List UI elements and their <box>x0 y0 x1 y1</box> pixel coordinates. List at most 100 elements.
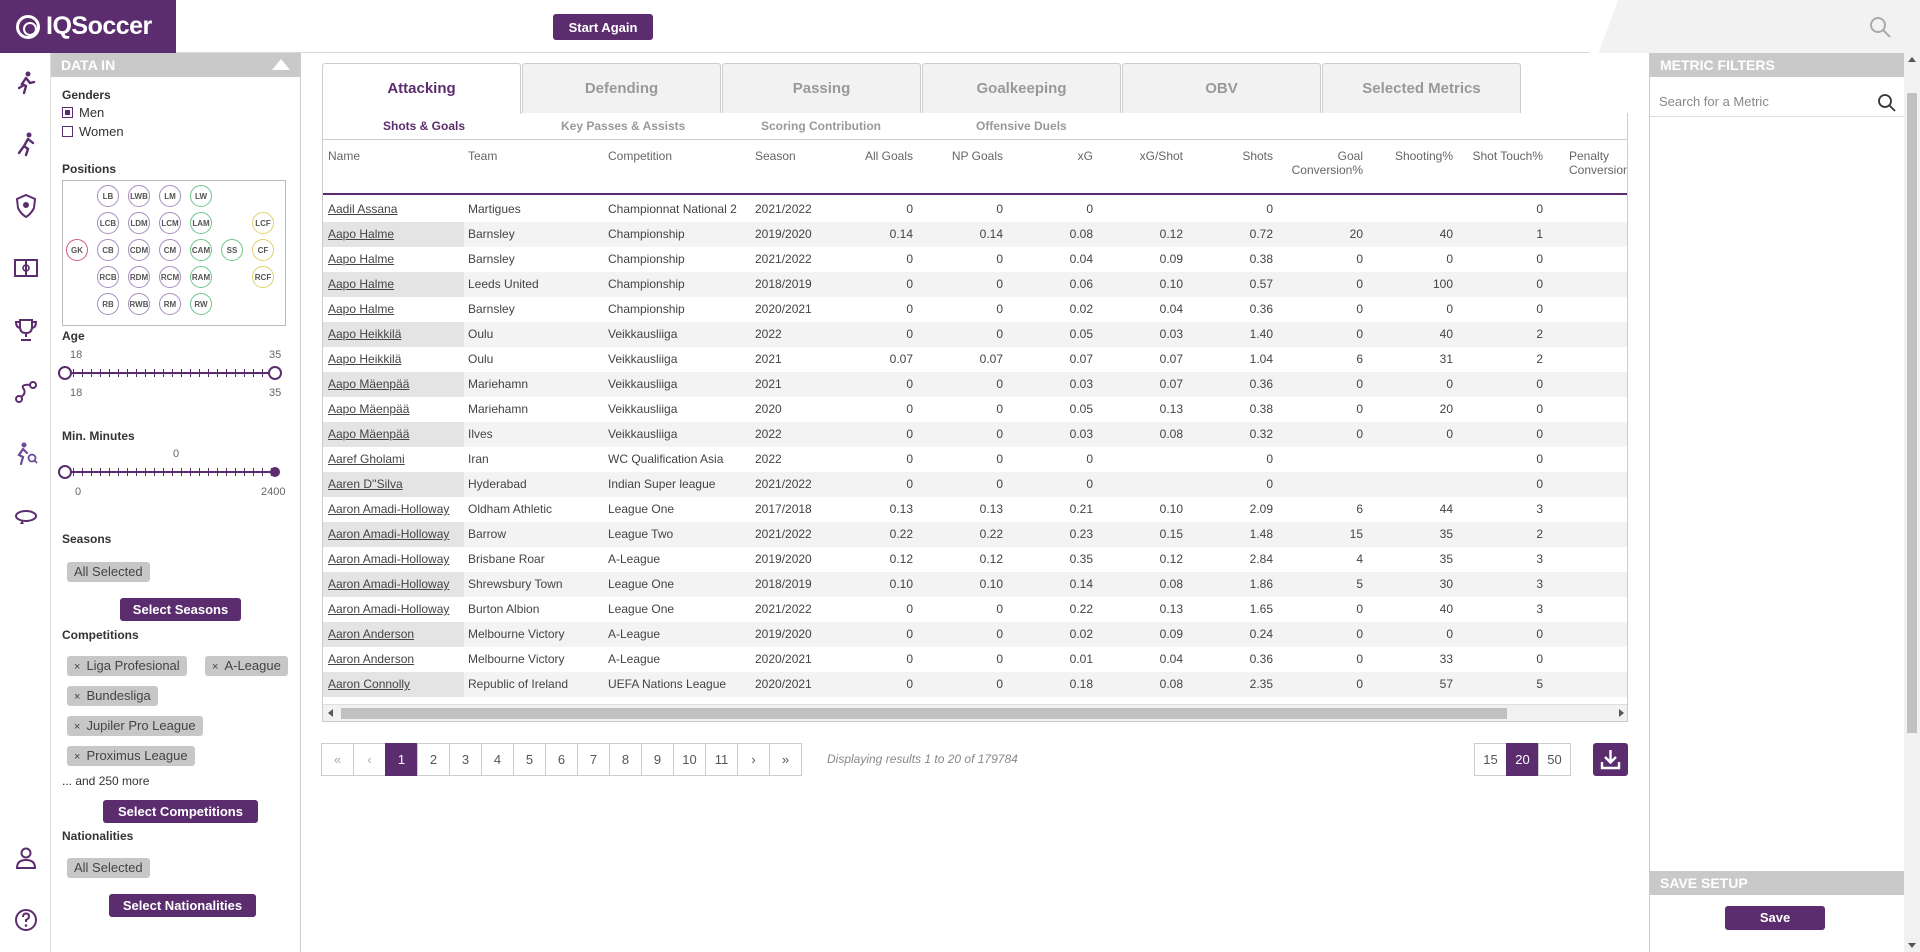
player-name-link[interactable]: Aaron Anderson <box>323 647 464 672</box>
table-row[interactable]: Aaron Amadi-Holloway Barrow League Two 2021… <box>323 522 1627 547</box>
table-row[interactable]: Aaron Amadi-Holloway Brisbane Roar A-Leagu… <box>323 547 1627 572</box>
player-name-link[interactable]: Aapo Heikkilä <box>323 347 464 372</box>
table-row[interactable]: Aapo Mäenpää Ilves Veikkausliiga 2022 0 0 0.03… <box>323 422 1627 447</box>
horizontal-scrollbar[interactable] <box>323 704 1627 721</box>
page-next-button[interactable]: › <box>737 743 770 776</box>
position-lcf[interactable]: LCF <box>252 212 274 234</box>
competition-chip[interactable]: × Proximus League <box>67 746 195 766</box>
player-name-link[interactable]: Aaron Anderson <box>323 622 464 647</box>
table-row[interactable]: Aaron Anderson Melbourne Victory A-League 2… <box>323 622 1627 647</box>
table-row[interactable]: Aaron Amadi-Holloway Shrewsbury Town Leagu… <box>323 572 1627 597</box>
scroll-down-icon[interactable] <box>1908 943 1916 948</box>
position-rdm[interactable]: RDM <box>128 266 150 288</box>
page-button[interactable]: 11 <box>705 743 738 776</box>
position-ss[interactable]: SS <box>221 239 243 261</box>
page-button[interactable]: 2 <box>417 743 450 776</box>
search-icon[interactable] <box>1877 93 1897 113</box>
data-in-header[interactable]: DATA IN <box>51 53 300 77</box>
table-row[interactable]: Aaron Amadi-Holloway Burton Albion League … <box>323 597 1627 622</box>
table-row[interactable]: Aaren D''Silva Hyderabad Indian Super leag… <box>323 472 1627 497</box>
position-lcm[interactable]: LCM <box>159 212 181 234</box>
table-row[interactable]: Aapo Halme Barnsley Championship 2021/2022 0… <box>323 247 1627 272</box>
min-minutes-slider[interactable] <box>58 465 280 479</box>
table-row[interactable]: Aapo Mäenpää Mariehamn Veikkausliiga 2020 0 0… <box>323 397 1627 422</box>
player-name-link[interactable]: Aaron Amadi-Holloway <box>323 497 464 522</box>
player-name-link[interactable]: Aapo Mäenpää <box>323 397 464 422</box>
player-name-link[interactable]: Aaron Amadi-Holloway <box>323 522 464 547</box>
scroll-left-icon[interactable] <box>328 709 333 717</box>
tab-defending[interactable]: Defending <box>522 63 721 113</box>
position-cdm[interactable]: CDM <box>128 239 150 261</box>
position-lam[interactable]: LAM <box>190 212 212 234</box>
page-button[interactable]: 3 <box>449 743 482 776</box>
competition-chip[interactable]: × A-League <box>205 656 288 676</box>
shield-icon[interactable] <box>13 193 39 219</box>
user-icon[interactable] <box>13 845 39 871</box>
scroll-thumb[interactable] <box>341 708 1507 719</box>
player-name-link[interactable]: Aaron Amadi-Holloway <box>323 597 464 622</box>
table-row[interactable]: Aapo Heikkilä Oulu Veikkausliiga 2021 0.07 0.… <box>323 347 1627 372</box>
subtab-scoring-contribution[interactable]: Scoring Contribution <box>761 119 881 133</box>
player-name-link[interactable]: Aapo Halme <box>323 247 464 272</box>
player-name-link[interactable]: Aaron Amadi-Holloway <box>323 572 464 597</box>
competition-chip[interactable]: × Liga Profesional <box>67 656 187 676</box>
position-lwb[interactable]: LWB <box>128 185 150 207</box>
collapse-icon[interactable] <box>272 59 290 70</box>
dribble-icon[interactable] <box>13 379 39 405</box>
help-icon[interactable] <box>13 907 39 933</box>
table-row[interactable]: Aapo Halme Leeds United Championship 2018/2… <box>323 272 1627 297</box>
gender-women-checkbox[interactable]: Women <box>62 124 124 139</box>
page-first-button[interactable]: « <box>321 743 354 776</box>
age-slider[interactable] <box>58 366 282 380</box>
remove-icon[interactable]: × <box>74 721 80 733</box>
page-last-button[interactable]: » <box>769 743 802 776</box>
metric-search-input[interactable] <box>1650 87 1850 115</box>
sprint-icon[interactable] <box>13 131 39 157</box>
player-name-link[interactable]: Aapo Halme <box>323 272 464 297</box>
remove-icon[interactable]: × <box>74 691 80 703</box>
page-size-20[interactable]: 20 <box>1506 743 1539 776</box>
position-gk[interactable]: GK <box>66 239 88 261</box>
player-name-link[interactable]: Aapo Heikkilä <box>323 322 464 347</box>
tab-passing[interactable]: Passing <box>722 63 921 113</box>
remove-icon[interactable]: × <box>74 751 80 763</box>
table-row[interactable]: Aaron Anderson Melbourne Victory A-League 2… <box>323 647 1627 672</box>
page-button[interactable]: 9 <box>641 743 674 776</box>
pitch-icon[interactable] <box>13 255 39 281</box>
seasons-chip[interactable]: All Selected <box>67 562 150 582</box>
subtab-shots-goals[interactable]: Shots & Goals <box>383 119 465 133</box>
competition-chip[interactable]: × Bundesliga <box>67 686 158 706</box>
logo[interactable]: IQSoccer <box>0 0 176 53</box>
tab-selected-metrics[interactable]: Selected Metrics <box>1322 63 1521 113</box>
download-button[interactable] <box>1593 743 1628 776</box>
position-cam[interactable]: CAM <box>190 239 212 261</box>
position-rm[interactable]: RM <box>159 293 181 315</box>
position-rw[interactable]: RW <box>190 293 212 315</box>
save-button[interactable]: Save <box>1725 906 1825 930</box>
vertical-scrollbar[interactable] <box>1904 53 1920 952</box>
page-button[interactable]: 1 <box>385 743 418 776</box>
tab-obv[interactable]: OBV <box>1122 63 1321 113</box>
page-prev-button[interactable]: ‹ <box>353 743 386 776</box>
start-again-button[interactable]: Start Again <box>553 14 653 40</box>
subtab-key-passes[interactable]: Key Passes & Assists <box>561 119 685 133</box>
age-min-handle[interactable] <box>58 366 72 380</box>
page-button[interactable]: 6 <box>545 743 578 776</box>
table-row[interactable]: Aaron Amadi-Holloway Oldham Athletic Leagu… <box>323 497 1627 522</box>
remove-icon[interactable]: × <box>74 661 80 673</box>
scroll-right-icon[interactable] <box>1619 709 1624 717</box>
position-rcf[interactable]: RCF <box>252 266 274 288</box>
remove-icon[interactable]: × <box>212 661 218 673</box>
select-seasons-button[interactable]: Select Seasons <box>120 598 241 621</box>
player-name-link[interactable]: Aapo Mäenpää <box>323 372 464 397</box>
player-name-link[interactable]: Aapo Halme <box>323 222 464 247</box>
player-name-link[interactable]: Aaron Connolly <box>323 672 464 697</box>
page-button[interactable]: 5 <box>513 743 546 776</box>
min-minutes-handle[interactable] <box>58 465 72 479</box>
page-button[interactable]: 7 <box>577 743 610 776</box>
player-name-link[interactable]: Aapo Mäenpää <box>323 422 464 447</box>
trophy-icon[interactable] <box>13 317 39 343</box>
search-icon[interactable] <box>1868 15 1892 39</box>
select-competitions-button[interactable]: Select Competitions <box>103 800 258 823</box>
page-button[interactable]: 10 <box>673 743 706 776</box>
